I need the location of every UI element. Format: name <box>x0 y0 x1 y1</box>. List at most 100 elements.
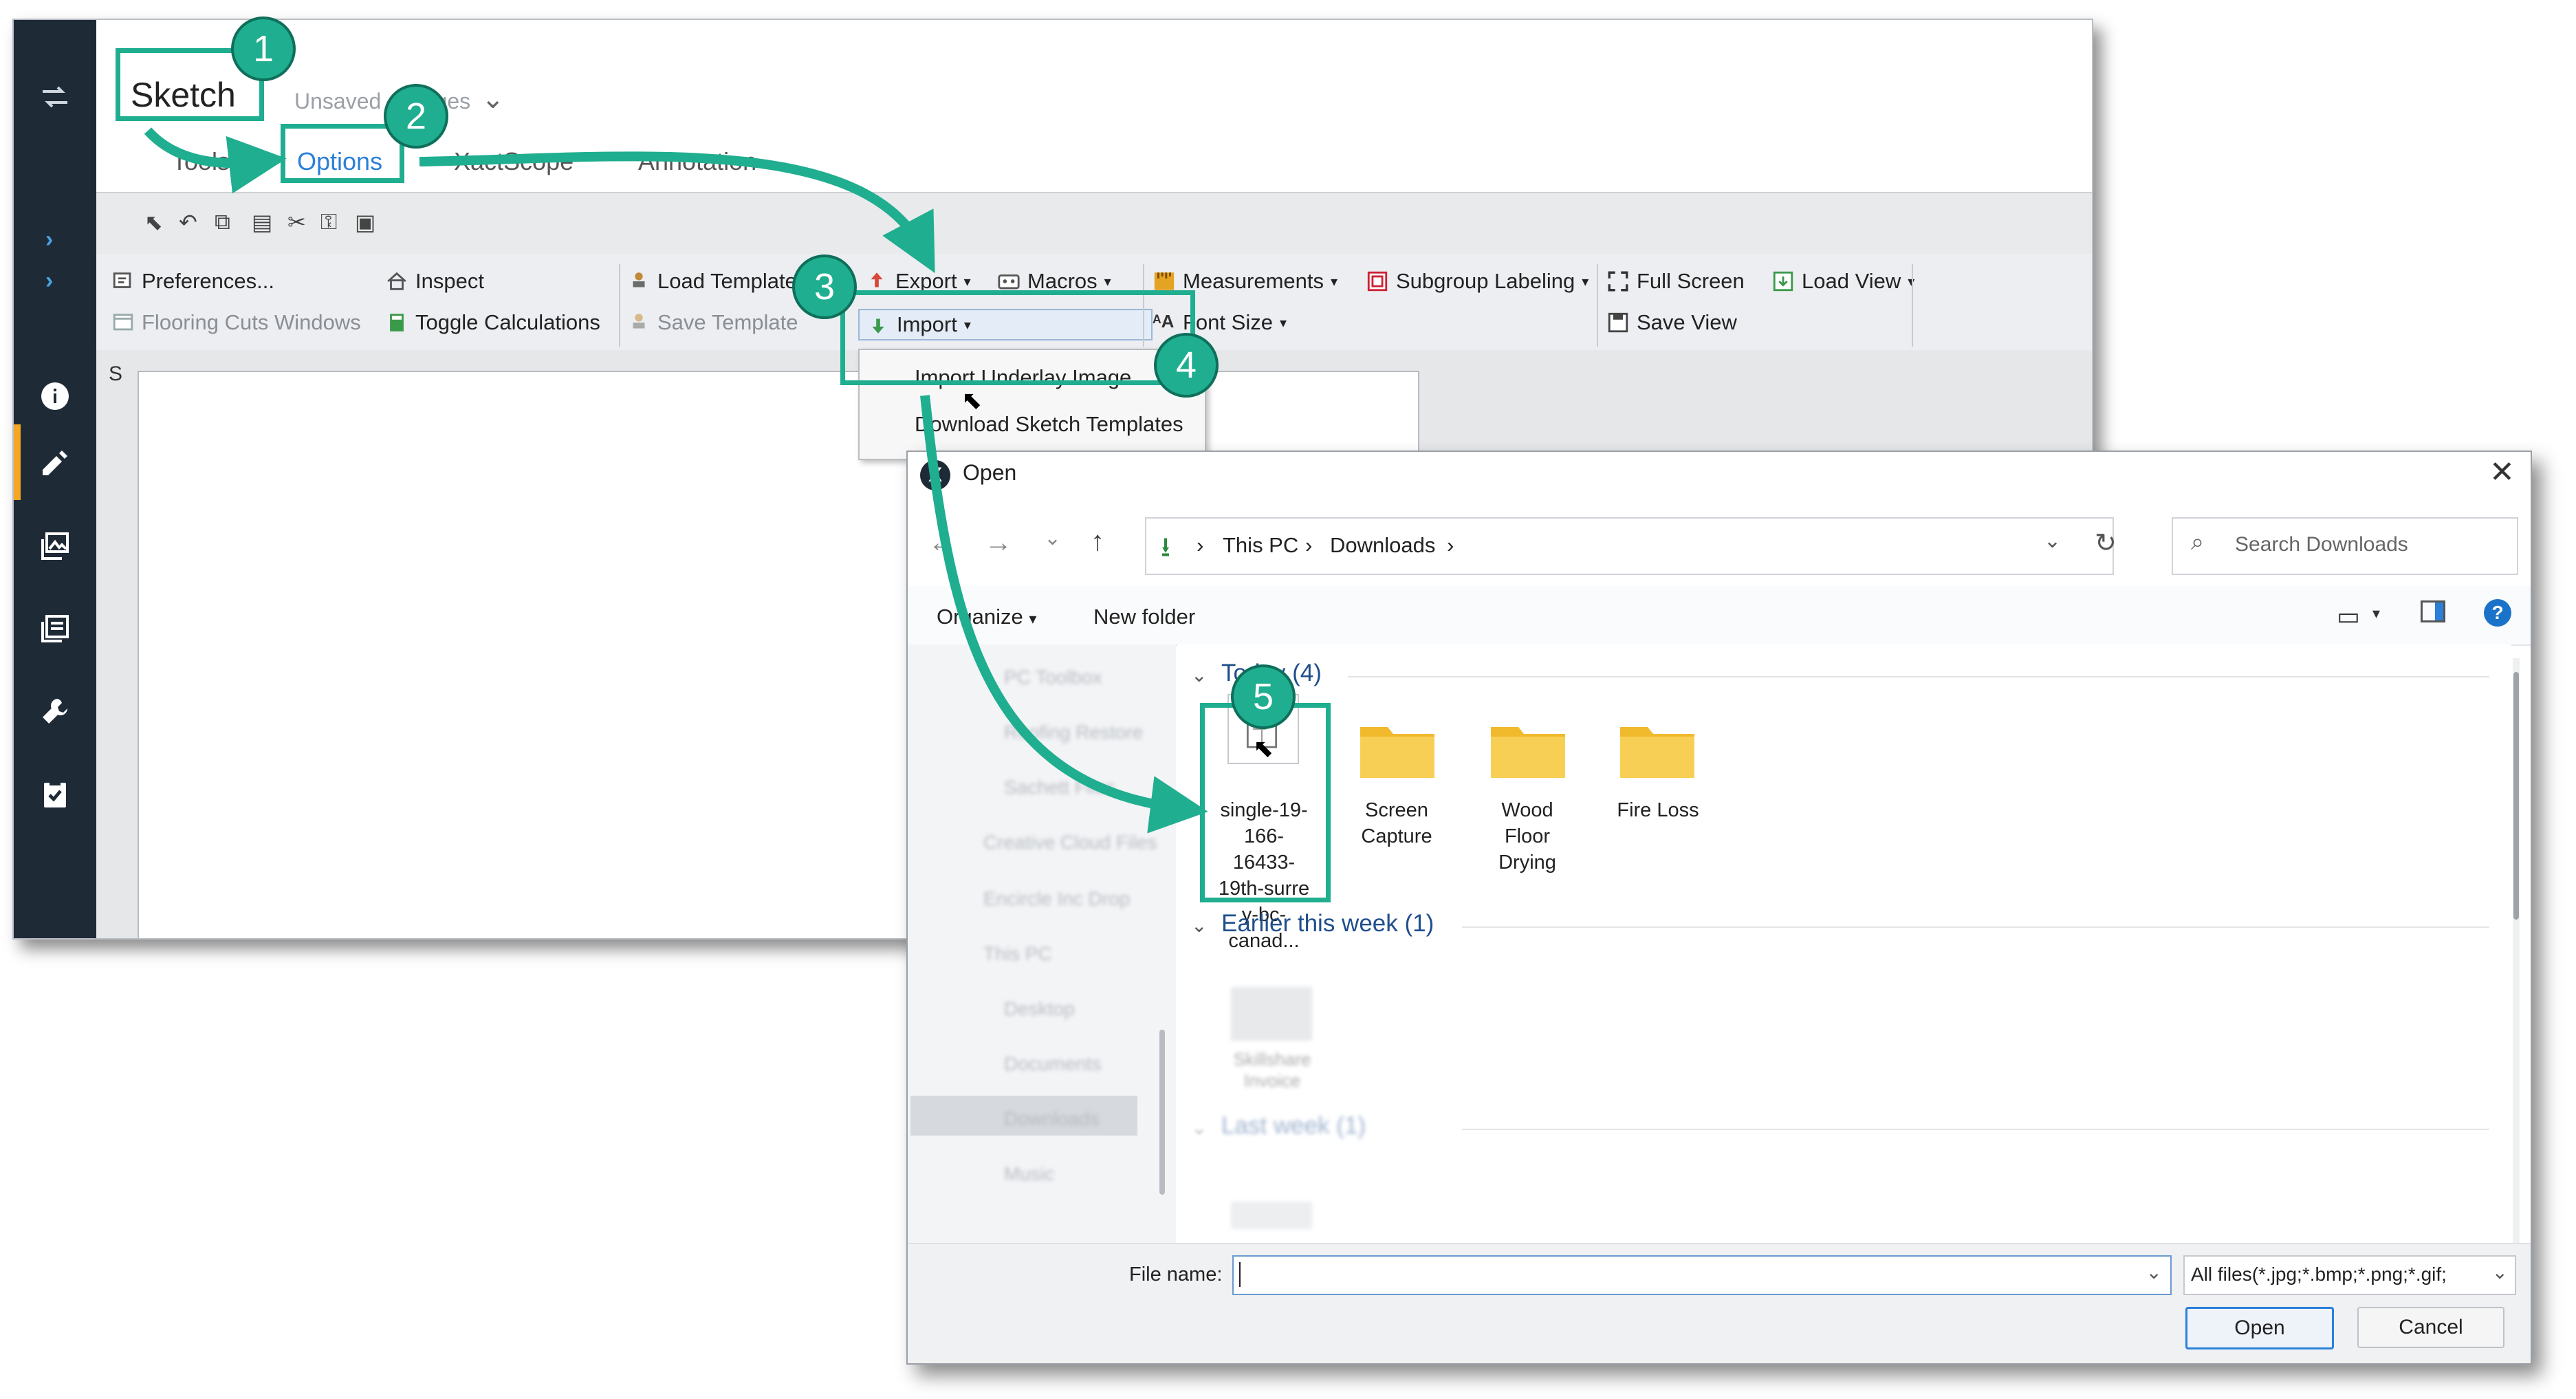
subgroup-labeling-button[interactable]: Subgroup Labeling ▾ <box>1366 269 1589 294</box>
blurred-file-thumbnail[interactable] <box>1231 1202 1312 1229</box>
nav-scrollbar[interactable] <box>1159 1030 1165 1195</box>
folder-label-wood-floor-drying: Wood Floor Drying <box>1498 799 1556 874</box>
new-folder-button[interactable]: New folder <box>1093 605 1195 629</box>
save-template-button[interactable]: Save Template <box>627 310 798 335</box>
chevron-down-icon[interactable]: ⌄ <box>481 83 505 115</box>
nav-item[interactable]: Encircle Inc Drop <box>983 888 1130 910</box>
save-icon[interactable]: ▣ <box>355 209 375 235</box>
inspect-button[interactable]: Inspect <box>385 269 484 294</box>
help-icon[interactable]: ? <box>2484 599 2511 627</box>
preview-pane-icon[interactable] <box>2421 600 2445 622</box>
caret-down-icon[interactable]: ▾ <box>2372 605 2380 622</box>
copy-icon[interactable]: ⧉ <box>215 209 230 235</box>
forward-arrow-icon[interactable]: → <box>985 528 1012 558</box>
file-list-scrollbar-thumb[interactable] <box>2513 672 2519 920</box>
lock-icon[interactable]: ⚿ <box>320 209 337 235</box>
wrench-icon[interactable] <box>33 689 77 733</box>
chevron-down-icon[interactable]: ⌄ <box>2492 1261 2508 1283</box>
caret-down-icon: ▾ <box>1104 274 1111 290</box>
nav-item[interactable]: Creative Cloud Files <box>983 832 1157 854</box>
menu-item-download-sketch-templates[interactable]: Download Sketch Templates <box>915 412 1183 437</box>
collapse-group-icon[interactable]: ⌄ <box>1191 664 1207 686</box>
caret-down-icon: ▾ <box>1029 610 1037 627</box>
group-divider <box>1348 676 2489 677</box>
save-view-button[interactable]: Save View <box>1606 310 1737 335</box>
collapse-group-icon[interactable]: ⌄ <box>1191 1116 1207 1139</box>
undo-icon[interactable]: ↶ <box>179 209 197 235</box>
clipboard-check-icon[interactable] <box>33 772 77 816</box>
preferences-button[interactable]: Preferences... <box>111 269 274 294</box>
load-view-button[interactable]: Load View▾ <box>1771 269 1914 294</box>
file-type-value: All files(*.jpg;*.bmp;*.png;*.gif; <box>2191 1264 2447 1285</box>
close-icon[interactable]: ✕ <box>2489 455 2515 490</box>
group-header-last-week[interactable]: Last week (1) <box>1221 1112 1366 1140</box>
tab-xactscope[interactable]: XactScope <box>454 147 574 176</box>
stamp-icon <box>627 311 651 334</box>
nav-item-downloads[interactable]: Downloads <box>1004 1108 1100 1130</box>
pointer-icon[interactable]: ⬉ <box>144 209 163 235</box>
inspect-label: Inspect <box>415 269 484 293</box>
nav-item[interactable]: Roofing Restore <box>1004 722 1143 744</box>
up-arrow-icon[interactable]: ↑ <box>1091 526 1104 557</box>
group-header-earlier-this-week[interactable]: Earlier this week (1) <box>1221 910 1434 937</box>
file-name-input[interactable]: ⌄ <box>1232 1255 2172 1295</box>
tab-annotation[interactable]: Annotation <box>638 147 756 176</box>
blurred-file-label: Skillshare Invoice <box>1233 1049 1311 1091</box>
refresh-icon[interactable]: ↻ <box>2095 528 2117 558</box>
chevron-down-icon[interactable]: ⌄ <box>2146 1261 2162 1283</box>
toggle-calculations-button[interactable]: Toggle Calculations <box>385 310 600 335</box>
info-icon[interactable] <box>33 374 77 418</box>
pencil-ruler-icon[interactable] <box>33 441 77 485</box>
address-dropdown-chevron-icon[interactable]: ⌄ <box>2044 529 2061 553</box>
font-size-label: Font Size <box>1183 310 1273 334</box>
documents-icon[interactable] <box>33 607 77 651</box>
organize-button[interactable]: Organize ▾ <box>937 605 1036 629</box>
chevron-right-icon[interactable]: › <box>45 226 53 253</box>
recent-locations-chevron-icon[interactable]: ⌄ <box>1044 526 1061 550</box>
paste-icon[interactable]: ▤ <box>252 209 272 235</box>
load-template-button[interactable]: Load Template <box>627 269 797 294</box>
cursor-icon: ⬉ <box>961 386 983 414</box>
view-options-icon[interactable]: ▭ <box>2337 602 2360 631</box>
caret-down-icon: ▾ <box>1582 274 1589 290</box>
folder-icon[interactable] <box>1620 719 1694 778</box>
callout-badge-3: 3 <box>792 254 857 319</box>
blurred-file-thumbnail[interactable] <box>1231 987 1312 1041</box>
ribbon-separator <box>1912 264 1913 347</box>
open-button[interactable]: Open <box>2185 1307 2334 1349</box>
collapse-icon[interactable] <box>33 75 77 119</box>
full-screen-button[interactable]: Full Screen <box>1606 269 1745 294</box>
callout-badge-4: 4 <box>1154 333 1219 398</box>
ribbon-separator <box>619 264 620 347</box>
folder-icon[interactable] <box>1360 719 1434 778</box>
nav-item[interactable]: Desktop <box>1004 998 1075 1020</box>
chevron-right-icon[interactable]: › <box>45 268 53 294</box>
full-screen-icon <box>1606 270 1630 293</box>
breadcrumb-separator: › <box>1447 533 1454 557</box>
collapse-group-icon[interactable]: ⌄ <box>1191 914 1207 937</box>
caret-down-icon: ▾ <box>963 274 971 290</box>
nav-item[interactable]: PC Toolbox <box>1004 666 1102 688</box>
calculator-icon <box>385 311 408 334</box>
tab-tools[interactable]: Tools <box>172 147 230 176</box>
preferences-label: Preferences... <box>142 269 274 293</box>
breadcrumb-this-pc[interactable]: This PC <box>1223 533 1298 558</box>
folder-icon[interactable] <box>1491 719 1565 778</box>
organize-label: Organize <box>937 605 1023 629</box>
nav-item[interactable]: Music <box>1004 1163 1054 1185</box>
measurements-label: Measurements <box>1183 269 1324 293</box>
group-divider <box>1462 1129 2489 1130</box>
cut-icon[interactable]: ✂ <box>287 209 306 235</box>
nav-item[interactable]: Documents <box>1004 1053 1102 1075</box>
breadcrumb-downloads[interactable]: Downloads <box>1330 533 1435 558</box>
nav-item[interactable]: This PC <box>983 943 1052 965</box>
export-icon <box>865 270 888 293</box>
search-icon: ⌕ <box>2191 529 2205 555</box>
cancel-button[interactable]: Cancel <box>2357 1307 2504 1348</box>
active-indicator <box>14 424 21 500</box>
nav-item[interactable]: Sachett Files <box>1004 777 1115 799</box>
back-arrow-icon[interactable]: ← <box>928 528 956 558</box>
photos-icon[interactable] <box>33 524 77 568</box>
flooring-cuts-windows-button[interactable]: Flooring Cuts Windows <box>111 310 361 335</box>
left-sidebar: › › <box>14 20 96 938</box>
